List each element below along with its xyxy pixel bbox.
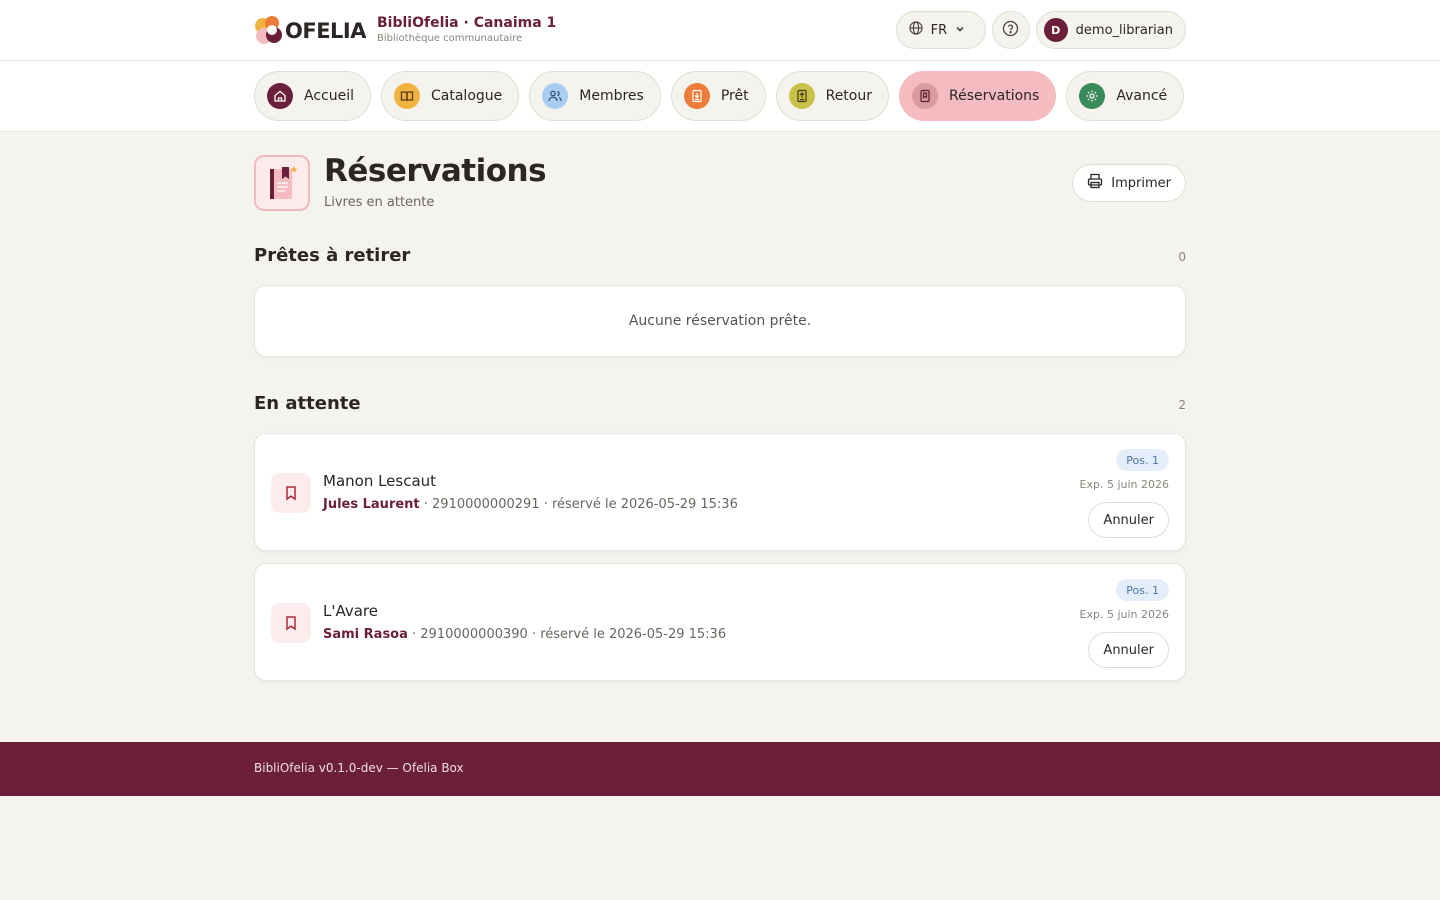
book-title: L'Avare — [323, 602, 378, 620]
nav-item-avance[interactable]: Avancé — [1066, 71, 1185, 121]
nav-label: Membres — [579, 88, 644, 104]
nav-label: Catalogue — [431, 88, 503, 104]
expiry-date: Exp. 5 juin 2026 — [1079, 478, 1169, 491]
page-subtitle: Livres en attente — [324, 195, 435, 210]
empty-state-text: Aucune réservation prête. — [628, 313, 812, 329]
nav-label: Réservations — [949, 88, 1040, 104]
nav-item-retour[interactable]: Retour — [775, 71, 889, 121]
user-menu-button[interactable]: D demo_librarian — [1035, 11, 1186, 49]
checkout-book-icon — [683, 83, 710, 109]
main-navigation: Accueil Catalogue Membres Prêt Retour Ré… — [0, 61, 1440, 132]
bookmark-icon — [271, 603, 311, 643]
print-button[interactable]: Imprimer — [1072, 164, 1186, 202]
book-open-icon — [394, 83, 420, 109]
reservation-details: Sami Rasoa · 2910000000390 · réservé le … — [323, 627, 726, 642]
library-name: BibliOfelia · Canaima 1 — [377, 15, 557, 31]
top-bar: OFELIA BibliOfelia · Canaima 1 Bibliothè… — [0, 0, 1440, 61]
nav-label: Prêt — [720, 88, 749, 104]
bookmark-book-icon — [912, 83, 938, 109]
expiry-date: Exp. 5 juin 2026 — [1079, 608, 1169, 621]
reservation-details: Jules Laurent · 2910000000291 · réservé … — [323, 497, 738, 512]
nav-item-reservations[interactable]: Réservations — [899, 71, 1057, 121]
nav-item-accueil[interactable]: Accueil — [254, 71, 371, 121]
ready-count: 0 — [1178, 250, 1186, 264]
queue-position-badge: Pos. 1 — [1116, 579, 1169, 601]
reservation-card: Manon Lescaut Jules Laurent · 2910000000… — [254, 433, 1186, 551]
reservation-meta-text: · 2910000000390 · réservé le 2026-05-29 … — [407, 627, 727, 642]
page-header: Réservations Livres en attente Imprimer — [254, 153, 1186, 215]
nav-label: Accueil — [304, 88, 354, 104]
section-title-ready: Prêtes à retirer — [254, 245, 411, 266]
waiting-count: 2 — [1178, 398, 1186, 412]
section-title-waiting: En attente — [254, 393, 361, 414]
avatar: D — [1043, 18, 1068, 42]
gear-icon — [1079, 83, 1106, 109]
language-code: FR — [930, 22, 948, 38]
globe-icon — [909, 21, 923, 39]
book-title: Manon Lescaut — [323, 472, 437, 490]
member-name[interactable]: Sami Rasoa — [323, 627, 408, 642]
cancel-reservation-button[interactable]: Annuler — [1088, 632, 1169, 668]
reservation-meta-text: · 2910000000291 · réservé le 2026-05-29 … — [419, 497, 738, 512]
brand[interactable]: OFELIA BibliOfelia · Canaima 1 Bibliothè… — [254, 14, 556, 46]
member-name[interactable]: Jules Laurent — [323, 497, 420, 512]
print-label: Imprimer — [1111, 175, 1171, 191]
home-icon — [267, 83, 293, 109]
printer-icon — [1087, 173, 1103, 193]
bookmark-icon — [271, 473, 311, 513]
nav-item-pret[interactable]: Prêt — [670, 71, 766, 121]
library-subtitle: Bibliothèque communautaire — [377, 33, 523, 44]
cancel-reservation-button[interactable]: Annuler — [1088, 502, 1169, 538]
reservations-book-icon — [254, 155, 310, 211]
footer: BibliOfelia v0.1.0-dev — Ofelia Box — [0, 742, 1440, 796]
help-button[interactable] — [991, 11, 1030, 49]
language-selector[interactable]: FR — [895, 11, 986, 49]
page-title: Réservations — [324, 153, 547, 189]
queue-position-badge: Pos. 1 — [1116, 449, 1169, 471]
chevron-down-icon — [955, 23, 965, 38]
reservation-card: L'Avare Sami Rasoa · 2910000000390 · rés… — [254, 563, 1186, 681]
footer-version: BibliOfelia v0.1.0-dev — Ofelia Box — [254, 761, 464, 775]
nav-item-catalogue[interactable]: Catalogue — [381, 71, 520, 121]
user-name: demo_librarian — [1075, 22, 1173, 38]
empty-ready-card: Aucune réservation prête. — [254, 285, 1186, 357]
help-icon — [1002, 20, 1019, 41]
nav-item-membres[interactable]: Membres — [529, 71, 661, 121]
nav-label: Avancé — [1116, 88, 1168, 104]
nav-label: Retour — [825, 88, 872, 104]
users-icon — [542, 83, 569, 109]
ofelia-logo-icon — [254, 14, 284, 46]
logo-wordmark: OFELIA — [285, 19, 367, 43]
return-book-icon — [788, 83, 815, 109]
